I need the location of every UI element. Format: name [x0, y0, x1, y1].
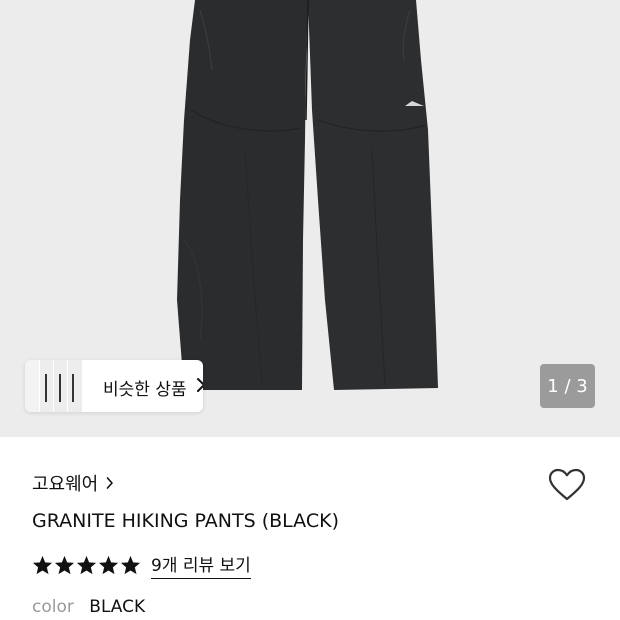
color-label: color — [32, 597, 74, 617]
chevron-right-icon — [197, 378, 203, 392]
product-image-carousel[interactable]: 비슷한 상품 1 / 3 — [0, 0, 620, 437]
star-filled-icon — [98, 555, 119, 575]
brand-name: 고요웨어 — [32, 474, 99, 495]
product-title: GRANITE HIKING PANTS (BLACK) — [32, 510, 339, 532]
star-filled-icon — [32, 555, 53, 575]
similar-products-thumbnails — [25, 360, 82, 412]
heart-outline-icon[interactable] — [548, 468, 586, 502]
rating-row: 9개 리뷰 보기 — [32, 551, 251, 579]
chevron-right-icon — [106, 477, 114, 489]
color-option: color BLACK — [32, 597, 145, 617]
star-filled-icon — [76, 555, 97, 575]
reviews-link[interactable]: 9개 리뷰 보기 — [151, 551, 251, 579]
similar-products-button[interactable]: 비슷한 상품 — [25, 360, 203, 412]
brand-link[interactable]: 고요웨어 — [32, 470, 114, 496]
color-value: BLACK — [89, 597, 146, 617]
star-filled-icon — [54, 555, 75, 575]
image-counter: 1 / 3 — [540, 364, 595, 408]
rating-stars — [32, 555, 141, 575]
star-filled-icon — [120, 555, 141, 575]
similar-products-label: 비슷한 상품 — [103, 380, 187, 400]
